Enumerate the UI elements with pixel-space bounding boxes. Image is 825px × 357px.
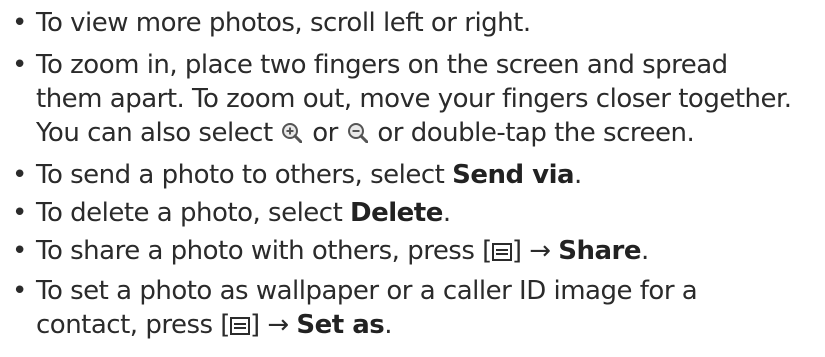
text-line: To zoom in, place two fingers on the scr… bbox=[36, 50, 728, 80]
bullet: • bbox=[12, 8, 27, 38]
text-line: them apart. To zoom out, move your finge… bbox=[36, 84, 792, 114]
list-item-text: To delete a photo, select Delete. bbox=[36, 198, 451, 228]
menu-key-icon bbox=[491, 236, 512, 261]
ui-label-set-as: Set as bbox=[296, 310, 385, 340]
bullet: • bbox=[12, 160, 27, 190]
list-item-text: To share a photo with others, press [] →… bbox=[36, 236, 649, 266]
text-line: contact, press [] → Set as. bbox=[36, 310, 393, 340]
ui-label-send-via: Send via bbox=[452, 160, 575, 190]
text-line: To set a photo as wallpaper or a caller … bbox=[36, 276, 698, 306]
bullet: • bbox=[12, 198, 27, 228]
list-item-text: To send a photo to others, select Send v… bbox=[36, 160, 582, 190]
text-line: You can also select or or double-tap the… bbox=[36, 118, 695, 148]
ui-label-delete: Delete bbox=[350, 198, 443, 228]
list-item-text: To view more photos, scroll left or righ… bbox=[36, 8, 531, 38]
ui-label-share: Share bbox=[558, 236, 642, 266]
bullet: • bbox=[12, 50, 27, 80]
bullet: • bbox=[12, 276, 27, 306]
list-item-text: To zoom in, place two fingers on the scr… bbox=[36, 48, 792, 150]
menu-key-icon bbox=[229, 310, 250, 335]
zoom-out-icon bbox=[347, 123, 368, 143]
zoom-in-icon bbox=[282, 123, 303, 143]
bullet: • bbox=[12, 236, 27, 266]
list-item-text: To set a photo as wallpaper or a caller … bbox=[36, 274, 698, 342]
